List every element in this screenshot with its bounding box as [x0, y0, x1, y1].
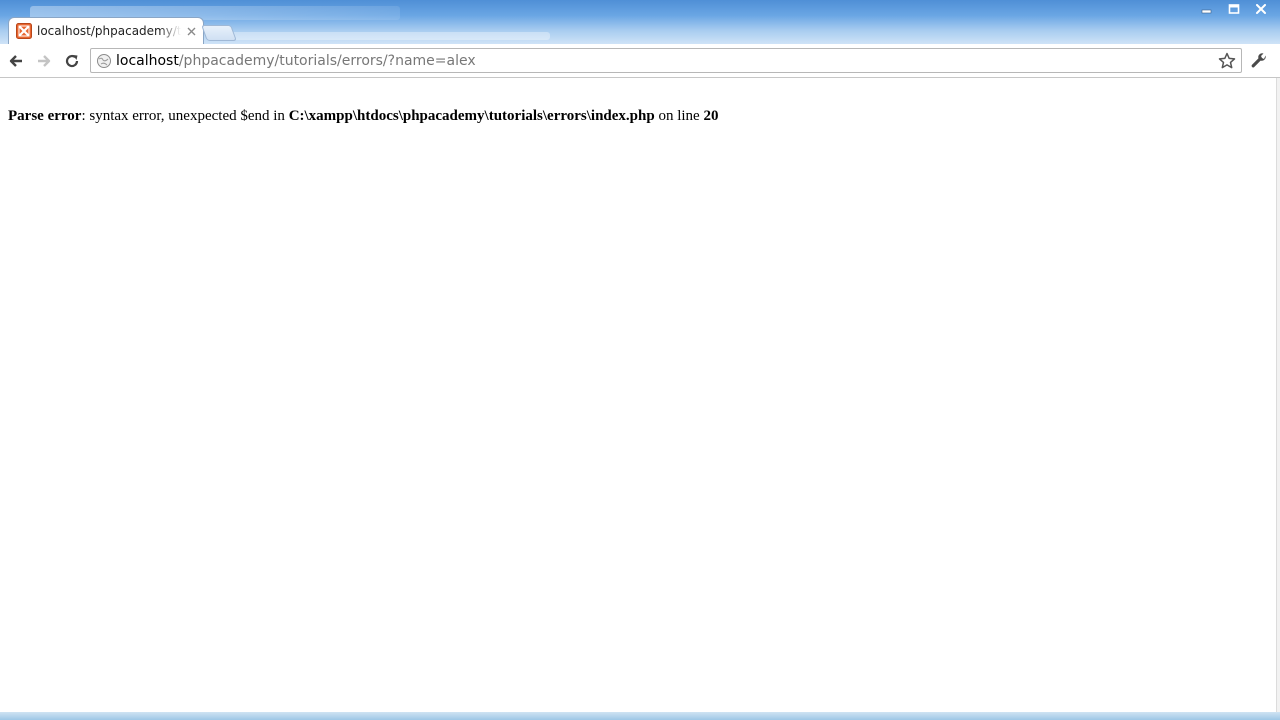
forward-button[interactable]: [34, 51, 54, 71]
reload-button[interactable]: [62, 51, 82, 71]
settings-button[interactable]: [1248, 51, 1270, 71]
back-arrow-icon: [9, 55, 22, 67]
maximize-button[interactable]: [1220, 0, 1247, 18]
background-window-menu: [230, 32, 550, 40]
wrench-icon: [1251, 53, 1266, 68]
tab-close-button[interactable]: [185, 25, 197, 37]
error-line-number: 20: [703, 108, 719, 124]
maximize-icon: [1228, 4, 1239, 14]
tab-title: localhost/phpacademy/tutorials/errors/?n…: [37, 24, 181, 38]
window-right-edge: [1276, 78, 1280, 712]
tab-active[interactable]: localhost/phpacademy/tutorials/errors/?n…: [8, 17, 204, 44]
close-icon: [187, 27, 195, 35]
window-controls: [1193, 0, 1274, 18]
error-message: : syntax error, unexpected $end in: [81, 108, 289, 124]
page-content: Parse error: syntax error, unexpected $e…: [0, 78, 1276, 712]
taskbar-edge: [0, 712, 1280, 720]
error-file-path: C:\xampp\htdocs\phpacademy\tutorials\err…: [288, 108, 655, 124]
error-on-line-text: on line: [654, 108, 704, 124]
address-bar[interactable]: localhost/phpacademy/tutorials/errors/?n…: [90, 48, 1242, 73]
globe-icon: [97, 53, 111, 68]
browser-window: localhost/phpacademy/tutorials/errors/?n…: [0, 0, 1280, 720]
url-path: /phpacademy/tutorials/errors/?name=alex: [178, 52, 476, 69]
error-type: Parse error: [8, 108, 82, 124]
url-text[interactable]: localhost/phpacademy/tutorials/errors/?n…: [116, 53, 1217, 69]
bookmark-button[interactable]: [1217, 51, 1237, 71]
minimize-icon: [1201, 9, 1211, 14]
php-error-message: Parse error: syntax error, unexpected $e…: [8, 108, 718, 125]
back-button[interactable]: [6, 51, 26, 71]
new-tab-button[interactable]: [201, 25, 237, 41]
window-close-button[interactable]: [1247, 0, 1274, 18]
forward-arrow-icon: [38, 55, 51, 67]
xampp-favicon-icon: [16, 23, 32, 39]
star-icon: [1218, 52, 1236, 68]
close-icon: [1255, 4, 1266, 14]
toolbar: localhost/phpacademy/tutorials/errors/?n…: [0, 44, 1280, 78]
url-host: localhost: [116, 52, 179, 69]
minimize-button[interactable]: [1193, 0, 1220, 18]
reload-icon: [65, 54, 79, 68]
title-bar: localhost/phpacademy/tutorials/errors/?n…: [0, 0, 1280, 44]
